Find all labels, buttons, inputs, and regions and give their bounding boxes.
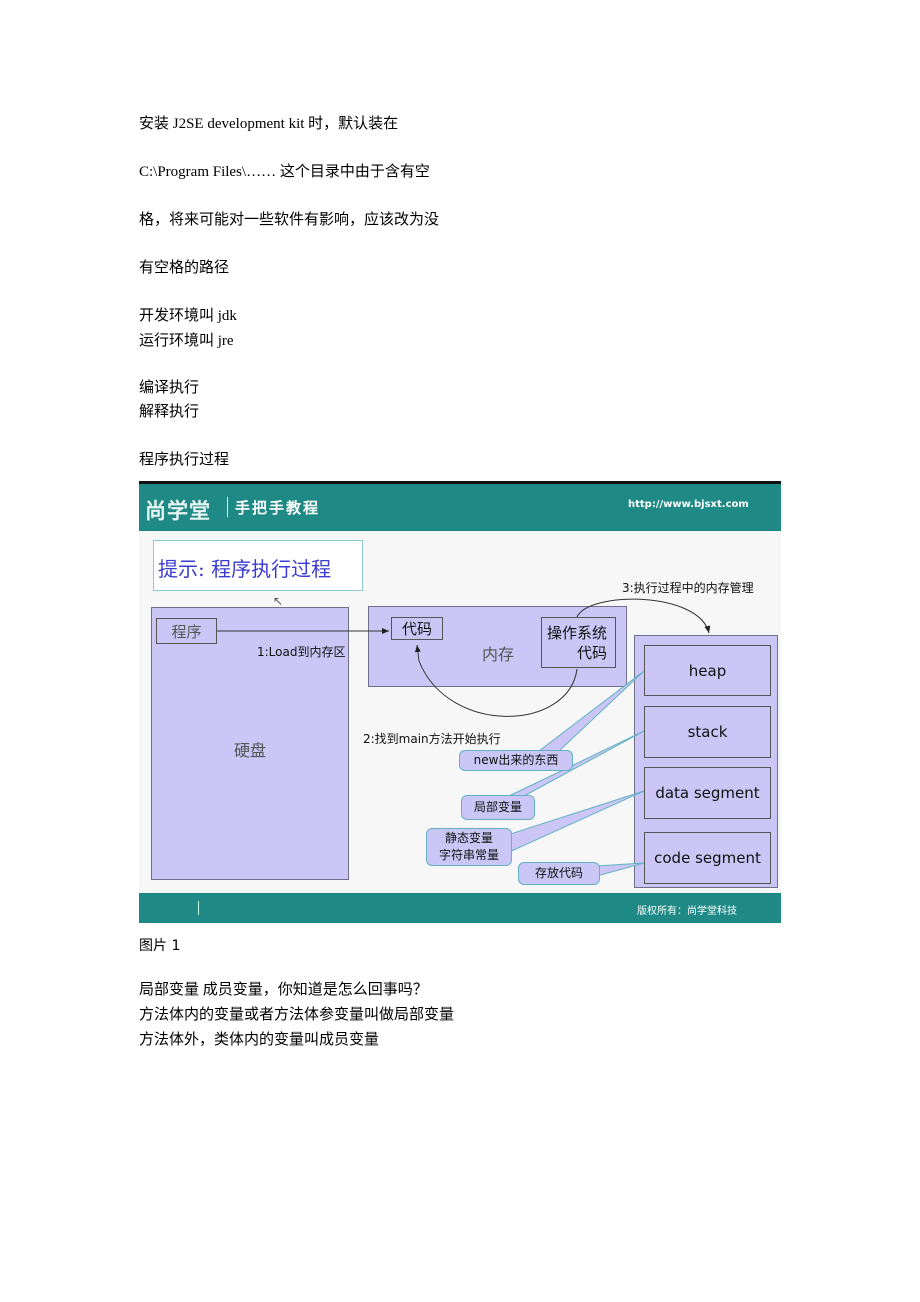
paragraph: 程序执行过程: [139, 452, 230, 468]
callout-text: 静态变量: [444, 831, 493, 845]
paragraph: 格，将来可能对一些软件有影响，应该改为没: [139, 212, 440, 228]
document-page: 安装 J2SE development kit 时，默认装在 C:\Progra…: [0, 0, 920, 1302]
paragraph: 安装 J2SE development kit 时，默认装在: [139, 116, 399, 132]
divider: [198, 901, 199, 915]
figure-footer: 版权所有：尚学堂科技: [139, 893, 781, 923]
paragraph: 开发环境叫 jdk: [139, 308, 237, 324]
figure-caption: 图片 1: [139, 938, 181, 954]
callout-text: 局部变量: [473, 800, 522, 814]
callout-data: 静态变量 字符串常量: [426, 828, 512, 866]
callout-text: 存放代码: [534, 866, 583, 880]
callout-heap: new出来的东西: [459, 750, 573, 771]
paragraph: 有空格的路径: [139, 260, 230, 276]
callout-code: 存放代码: [518, 862, 600, 885]
program-execution-figure: 尚学堂 手把手教程 http://www.bjsxt.com 提示: 程序执行过…: [139, 481, 781, 923]
paragraph: 方法体外，类体内的变量叫成员变量: [139, 1032, 380, 1048]
callout-text: 字符串常量: [438, 848, 499, 862]
paragraph: 方法体内的变量或者方法体参变量叫做局部变量: [139, 1007, 455, 1023]
paragraph: C:\Program Files\…… 这个目录中由于含有空: [139, 164, 430, 180]
paragraph: 运行环境叫 jre: [139, 333, 234, 349]
paragraph: 局部变量 成员变量，你知道是怎么回事吗？: [139, 982, 428, 998]
paragraph: 编译执行: [139, 380, 200, 396]
callout-stack: 局部变量: [461, 795, 535, 820]
step3-label: 3:执行过程中的内存管理: [622, 581, 754, 595]
callout-text: new出来的东西: [473, 753, 559, 767]
step1-label: 1:Load到内存区: [257, 645, 346, 659]
memory-mgmt-arrow: [576, 598, 711, 634]
footer-copyright: 版权所有：尚学堂科技: [637, 906, 737, 917]
step2-label: 2:找到main方法开始执行: [363, 732, 501, 746]
main-arrow: [414, 644, 578, 717]
paragraph: 解释执行: [139, 404, 200, 420]
code-callout-tail: [596, 862, 645, 877]
